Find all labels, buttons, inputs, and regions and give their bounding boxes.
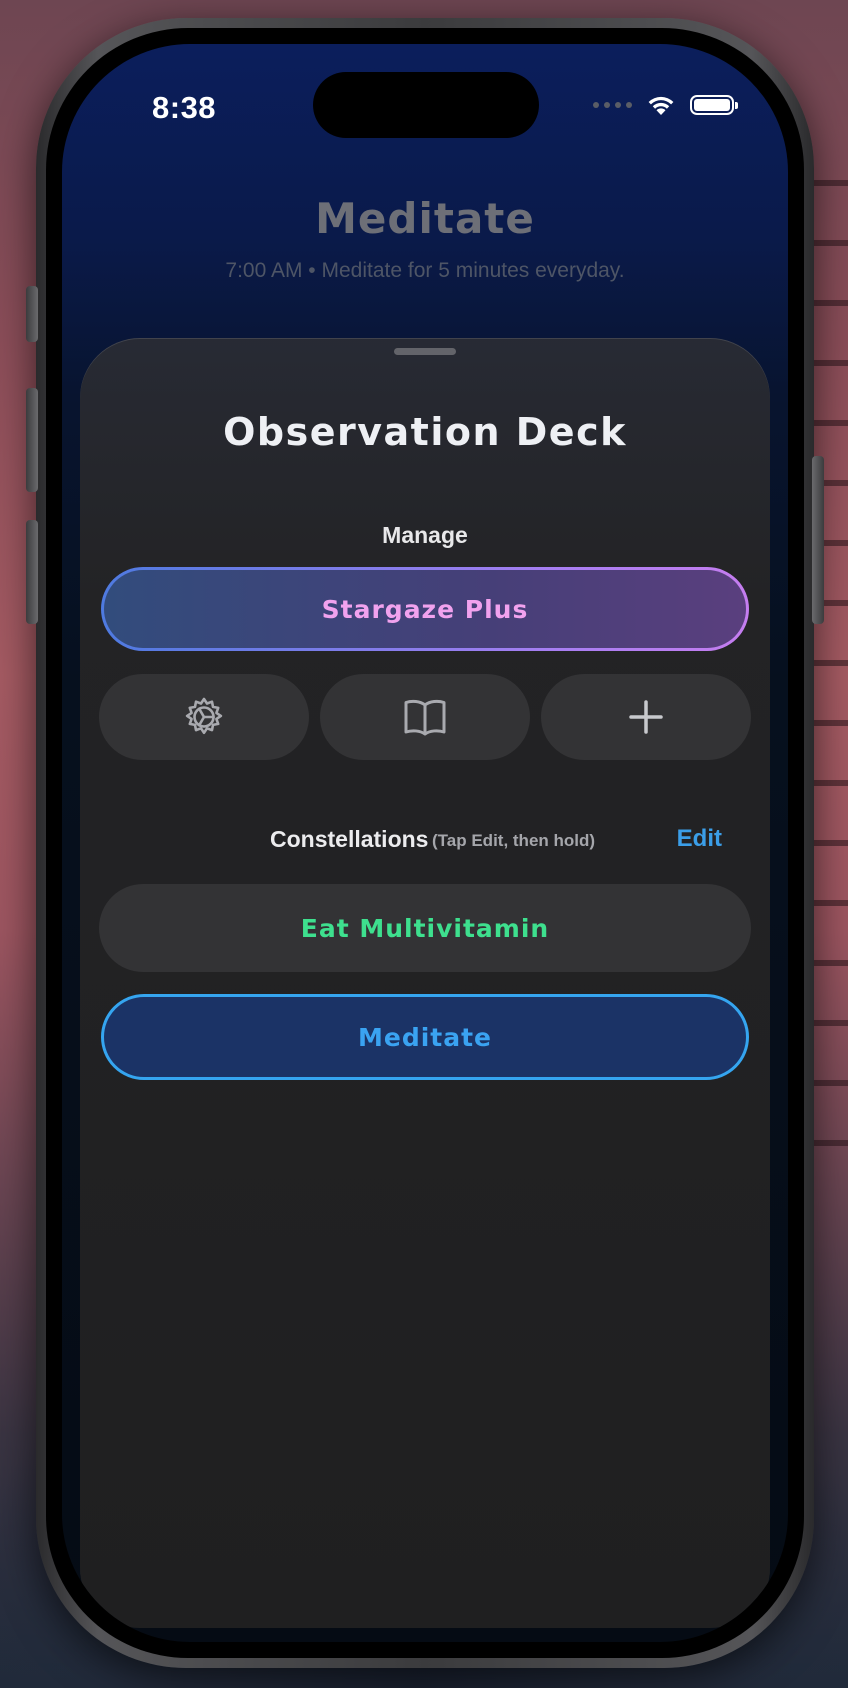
wifi-icon [648, 96, 674, 115]
bridge-silhouette [808, 180, 848, 1180]
constellations-title: Constellations [270, 826, 429, 852]
stargaze-plus-label: Stargaze Plus [104, 570, 746, 648]
sheet-grabber-handle[interactable] [394, 348, 456, 355]
habit-item-eat-multivitamin[interactable]: Eat Multivitamin [99, 884, 751, 972]
guide-button[interactable] [320, 674, 530, 760]
cellular-signal-icon [593, 102, 632, 108]
status-time: 8:38 [152, 90, 217, 125]
settings-button[interactable] [99, 674, 309, 760]
volume-down-button [26, 520, 38, 624]
plus-icon [629, 700, 663, 734]
constellations-hint: (Tap Edit, then hold) [432, 831, 596, 850]
book-icon [404, 699, 446, 736]
observation-deck-sheet: Observation Deck Manage Stargaze Plus Co… [80, 338, 770, 1628]
status-indicators [593, 94, 738, 116]
battery-icon [690, 95, 738, 115]
gear-icon [185, 697, 223, 735]
action-button [26, 286, 38, 342]
background-page-subtitle: 7:00 AM • Meditate for 5 minutes everyda… [225, 259, 625, 282]
constellations-header: Constellations (Tap Edit, then hold) Edi… [80, 822, 770, 858]
stargaze-plus-button[interactable]: Stargaze Plus [101, 567, 749, 651]
manage-icon-row [99, 674, 751, 760]
sheet-title: Observation Deck [223, 410, 627, 454]
dynamic-island [313, 72, 539, 138]
add-button[interactable] [541, 674, 751, 760]
edit-button[interactable]: Edit [677, 825, 722, 853]
background-page-title: Meditate [315, 194, 535, 243]
manage-section-label: Manage [382, 522, 468, 548]
volume-up-button [26, 388, 38, 492]
phone-screen: 8:38 Meditate 7:00 AM • Meditate for 5 m… [62, 44, 788, 1642]
side-power-button [812, 456, 824, 624]
habit-item-meditate[interactable]: Meditate [101, 994, 749, 1080]
